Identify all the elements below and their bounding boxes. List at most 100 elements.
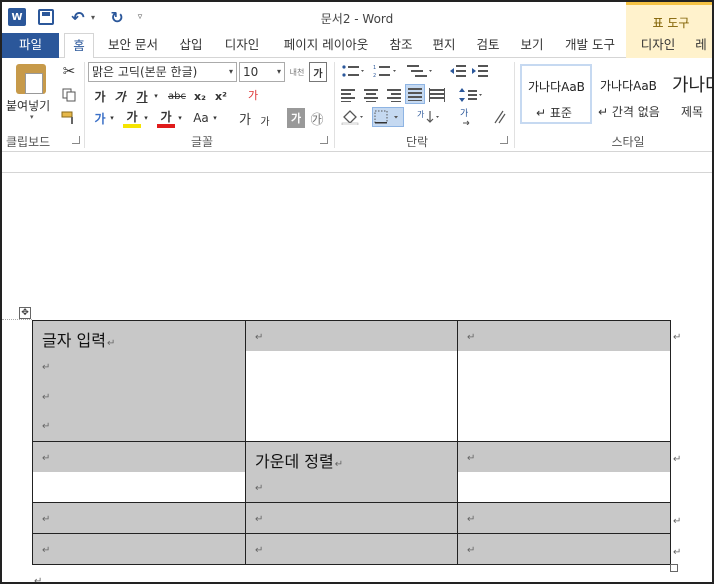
ribbon-home: 붙여넣기 ▾ ✂ 클립보드 맑은 고딕(본문 한글) ▾ 10 ▾ 내천 가 가… [2, 58, 712, 152]
font-color-dropdown-icon[interactable]: ▾ [176, 108, 184, 128]
tab-developer[interactable]: 개발 도구 [558, 33, 622, 58]
subscript-button[interactable]: x₂ [192, 86, 208, 106]
paragraph-mark: ↵ [467, 332, 476, 343]
table-cell-r2c1[interactable]: ↵ [32, 441, 246, 503]
clipboard-launcher-icon[interactable] [72, 136, 80, 144]
align-left-icon[interactable] [340, 86, 358, 104]
tab-references[interactable]: 참조 [382, 33, 420, 58]
style-heading1[interactable]: 가나다 제목 [666, 64, 712, 124]
highlight-button[interactable]: 가 [124, 106, 140, 126]
cut-icon[interactable]: ✂ [60, 62, 78, 80]
paragraph-mark: ↵ [467, 514, 476, 525]
font-size-combo[interactable]: 10 ▾ [239, 62, 285, 82]
chevron-down-icon: ▾ [228, 67, 233, 76]
tab-view[interactable]: 보기 [512, 33, 552, 58]
format-painter-icon[interactable] [60, 109, 78, 127]
paragraph-shading-icon[interactable] [340, 108, 366, 126]
table-move-handle-icon[interactable]: ✥ [19, 307, 31, 319]
table-cell-r4c1[interactable]: ↵ [32, 533, 246, 565]
align-right-icon[interactable] [384, 86, 402, 104]
table-cell-r3c2[interactable]: ↵ [245, 502, 458, 534]
enclose-char-button[interactable]: ㉮ [308, 108, 326, 128]
table-cell-r1c1[interactable]: 글자 입력↵ ↵ ↵ ↵ [32, 320, 246, 442]
grow-font-button[interactable]: 가 [237, 108, 253, 128]
change-case-dropdown-icon[interactable]: ▾ [211, 108, 219, 128]
paragraph-mark: ↵ [106, 338, 116, 349]
paragraph-mark: ↵ [255, 514, 264, 525]
copy-icon[interactable] [60, 86, 78, 104]
distributed-icon[interactable] [428, 86, 446, 104]
paragraph-launcher-icon[interactable] [500, 136, 508, 144]
tab-insert[interactable]: 삽입 [172, 33, 210, 58]
superscript-button[interactable]: x² [213, 86, 229, 106]
table-cell-r1c2[interactable]: ↵ [245, 320, 458, 442]
paste-button[interactable]: 붙여넣기 [6, 97, 50, 114]
multilevel-list-icon[interactable] [406, 62, 436, 80]
char-shading-button[interactable]: 가 [287, 108, 305, 128]
font-name-combo[interactable]: 맑은 고딕(본문 한글) ▾ [88, 62, 237, 82]
tab-mailings[interactable]: 편지 [426, 33, 462, 58]
bold-button[interactable]: 가 [92, 86, 108, 106]
word-window: W ↶ ▾ ↻ ▿ 문서2 - Word 표 도구 파일 홈 보안 문서 삽입 … [0, 0, 714, 584]
paragraph-group-label: 단락 [405, 135, 429, 149]
bullets-icon[interactable] [340, 62, 366, 80]
paste-icon[interactable] [16, 64, 46, 94]
table-cell-r4c2[interactable]: ↵ [245, 533, 458, 565]
line-spacing-icon[interactable] [458, 86, 484, 104]
shrink-font-button[interactable]: 가 [258, 110, 272, 130]
underline-button[interactable]: 가 [134, 86, 150, 106]
highlight-dropdown-icon[interactable]: ▾ [142, 108, 150, 128]
style-normal[interactable]: 가나다AaB ↵ 표준 [520, 64, 592, 124]
document-area[interactable]: ✥ 글자 입력↵ ↵ ↵ ↵ ↵ ↵ ↵ 가운데 정렬↵ ↵ ↵ ↵ ↵ ↵ ↵… [2, 152, 712, 582]
char-border-button[interactable]: 가 [309, 62, 327, 82]
underline-dropdown-icon[interactable]: ▾ [152, 86, 160, 106]
cell-text: 가운데 정렬↵ [255, 452, 344, 471]
table-cell-r3c1[interactable]: ↵ [32, 502, 246, 534]
table-cell-r2c3[interactable]: ↵ [457, 441, 671, 503]
text-effects-dropdown-icon[interactable]: ▾ [108, 108, 116, 128]
table-cell-r4c3[interactable]: ↵ [457, 533, 671, 565]
tab-table-layout[interactable]: 레 [690, 33, 712, 58]
clear-formatting-icon[interactable]: 가 [243, 84, 263, 106]
italic-button[interactable]: 가 [112, 86, 128, 106]
borders-icon[interactable] [372, 107, 404, 127]
svg-text:가: 가 [460, 108, 468, 119]
numbering-icon[interactable]: 12 [372, 62, 398, 80]
phonetic-guide-button[interactable]: 내천 [288, 62, 306, 82]
strikethrough-button[interactable]: abc [164, 86, 190, 106]
tab-security[interactable]: 보안 문서 [100, 33, 166, 58]
font-launcher-icon[interactable] [320, 136, 328, 144]
style-no-spacing[interactable]: 가나다AaB ↵ 간격 없음 [593, 64, 665, 124]
show-marks-icon[interactable]: 가 [458, 106, 478, 126]
font-group-label: 글꼴 [190, 135, 214, 149]
style-normal-preview: 가나다AaB [528, 80, 585, 94]
table-row: 글자 입력↵ ↵ ↵ ↵ ↵ ↵ [32, 320, 671, 442]
tab-review[interactable]: 검토 [468, 33, 508, 58]
sort-icon[interactable]: 가 [416, 108, 442, 126]
justify-icon[interactable] [405, 84, 425, 104]
tab-file[interactable]: 파일 [2, 33, 59, 58]
paste-dropdown-icon[interactable]: ▾ [30, 113, 34, 121]
paragraph-mark: ↵ [42, 545, 51, 556]
tab-table-design[interactable]: 디자인 [626, 33, 690, 58]
paragraph-mark: ↵ [42, 392, 51, 403]
document-table[interactable]: 글자 입력↵ ↵ ↵ ↵ ↵ ↵ ↵ 가운데 정렬↵ ↵ ↵ ↵ ↵ ↵ ↵ ↵… [32, 320, 671, 565]
change-case-button[interactable]: Aa [191, 108, 211, 128]
tab-design[interactable]: 디자인 [216, 33, 268, 58]
asian-typography-icon[interactable] [490, 106, 510, 126]
align-center-icon[interactable] [362, 86, 380, 104]
table-resize-handle[interactable] [670, 564, 678, 572]
table-cell-r2c2[interactable]: 가운데 정렬↵ ↵ [245, 441, 458, 503]
paragraph-mark: ↵ [467, 545, 476, 556]
table-cell-r3c3[interactable]: ↵ [457, 502, 671, 534]
increase-indent-icon[interactable] [470, 62, 490, 80]
decrease-indent-icon[interactable] [448, 62, 468, 80]
tab-page-layout[interactable]: 페이지 레이아웃 [274, 33, 378, 58]
font-color-bar [157, 124, 175, 128]
paragraph-mark: ↵ [334, 459, 344, 470]
tab-home[interactable]: 홈 [64, 33, 94, 59]
text-effects-button[interactable]: 가 [92, 108, 108, 128]
title-bar: W ↶ ▾ ↻ ▿ 문서2 - Word 표 도구 [2, 2, 712, 33]
table-cell-r1c3[interactable]: ↵ [457, 320, 671, 442]
font-color-button[interactable]: 가 [158, 106, 174, 126]
